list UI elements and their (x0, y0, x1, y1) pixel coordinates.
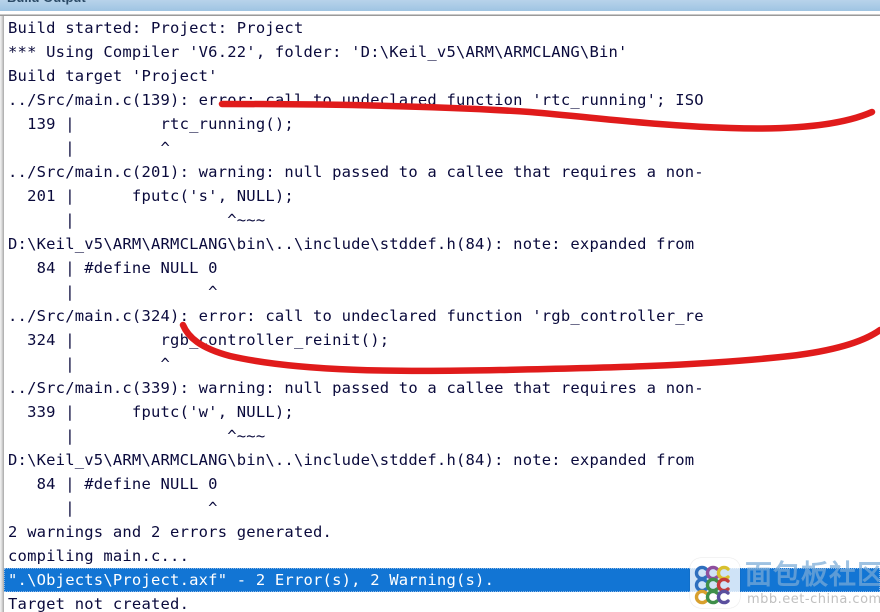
build-output-line[interactable]: Build target 'Project' (4, 64, 880, 88)
build-output-line[interactable]: ../Src/main.c(139): error: call to undec… (4, 88, 880, 112)
build-output-pane[interactable]: Build started: Project: Project *** Using… (0, 15, 880, 612)
build-output-line[interactable]: 139 | rtc_running(); (4, 112, 880, 136)
build-output-line[interactable]: | ^~~~ (4, 208, 880, 232)
build-output-line[interactable]: | ^ (4, 280, 880, 304)
build-output-line[interactable]: | ^~~~ (4, 424, 880, 448)
build-output-line[interactable]: Target not created. (4, 592, 880, 612)
build-output-line[interactable]: 2 warnings and 2 errors generated. (4, 520, 880, 544)
build-output-line[interactable]: | ^ (4, 136, 880, 160)
build-output-lines: Build started: Project: Project *** Using… (4, 16, 880, 612)
build-output-line[interactable]: *** Using Compiler 'V6.22', folder: 'D:\… (4, 40, 880, 64)
build-output-line[interactable]: Build started: Project: Project (4, 16, 880, 40)
build-output-line[interactable]: 324 | rgb_controller_reinit(); (4, 328, 880, 352)
build-output-line[interactable]: 339 | fputc('w', NULL); (4, 400, 880, 424)
build-output-line[interactable]: compiling main.c... (4, 544, 880, 568)
build-output-line[interactable]: D:\Keil_v5\ARM\ARMCLANG\bin\..\include\s… (4, 448, 880, 472)
panel-titlebar: Build Output (0, 0, 880, 11)
build-output-line[interactable]: | ^ (4, 352, 880, 376)
build-output-window: Build Output Build started: Project: Pro… (0, 0, 880, 612)
build-output-line[interactable]: 84 | #define NULL 0 (4, 256, 880, 280)
build-output-line[interactable]: 84 | #define NULL 0 (4, 472, 880, 496)
panel-title: Build Output (7, 0, 86, 6)
build-output-line-selected[interactable]: ".\Objects\Project.axf" - 2 Error(s), 2 … (4, 568, 880, 592)
build-output-line[interactable]: D:\Keil_v5\ARM\ARMCLANG\bin\..\include\s… (4, 232, 880, 256)
build-output-line[interactable]: ../Src/main.c(339): warning: null passed… (4, 376, 880, 400)
build-output-line[interactable]: ../Src/main.c(324): error: call to undec… (4, 304, 880, 328)
build-output-line[interactable]: ../Src/main.c(201): warning: null passed… (4, 160, 880, 184)
build-output-line[interactable]: 201 | fputc('s', NULL); (4, 184, 880, 208)
build-output-line[interactable]: | ^ (4, 496, 880, 520)
